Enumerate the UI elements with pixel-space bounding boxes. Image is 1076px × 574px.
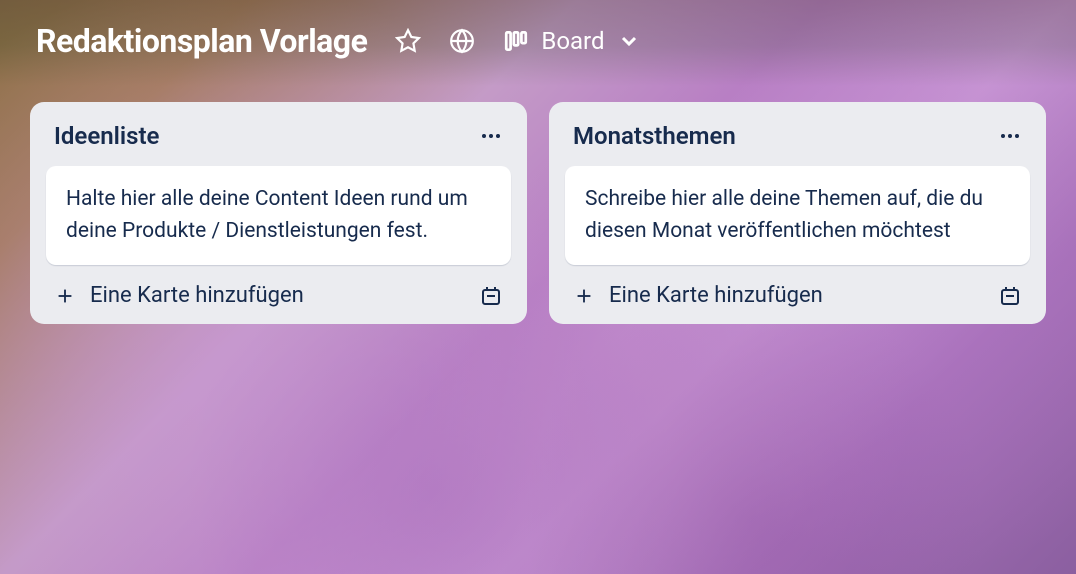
view-switcher[interactable]: Board [503,27,640,55]
add-card-button[interactable]: Eine Karte hinzufügen [573,283,823,308]
template-icon[interactable] [479,284,503,308]
add-card-button[interactable]: Eine Karte hinzufügen [54,283,304,308]
board-header: Redaktionsplan Vorlage Board [0,0,1076,82]
add-card-label: Eine Karte hinzufügen [90,283,304,308]
more-icon[interactable] [998,124,1022,148]
view-label: Board [541,27,604,55]
card-text: Halte hier alle deine Content Ideen rund… [66,184,491,247]
plus-icon [54,285,76,307]
list: Monatsthemen Schreibe hier alle deine Th… [549,102,1046,324]
list-header: Ideenliste [42,116,515,166]
more-icon[interactable] [479,124,503,148]
card-text: Schreibe hier alle deine Themen auf, die… [585,184,1010,247]
globe-icon[interactable] [449,28,475,54]
list-footer: Eine Karte hinzufügen [561,265,1034,312]
list-footer: Eine Karte hinzufügen [42,265,515,312]
board-view-icon [503,28,529,54]
board-canvas: Ideenliste Halte hier alle deine Content… [0,82,1076,344]
chevron-down-icon [617,29,641,53]
card[interactable]: Schreibe hier alle deine Themen auf, die… [565,166,1030,265]
list-title[interactable]: Monatsthemen [573,122,736,150]
list-header: Monatsthemen [561,116,1034,166]
star-icon[interactable] [395,28,421,54]
add-card-label: Eine Karte hinzufügen [609,283,823,308]
card[interactable]: Halte hier alle deine Content Ideen rund… [46,166,511,265]
list-title[interactable]: Ideenliste [54,122,159,150]
plus-icon [573,285,595,307]
board-title[interactable]: Redaktionsplan Vorlage [36,22,367,60]
list: Ideenliste Halte hier alle deine Content… [30,102,527,324]
template-icon[interactable] [998,284,1022,308]
